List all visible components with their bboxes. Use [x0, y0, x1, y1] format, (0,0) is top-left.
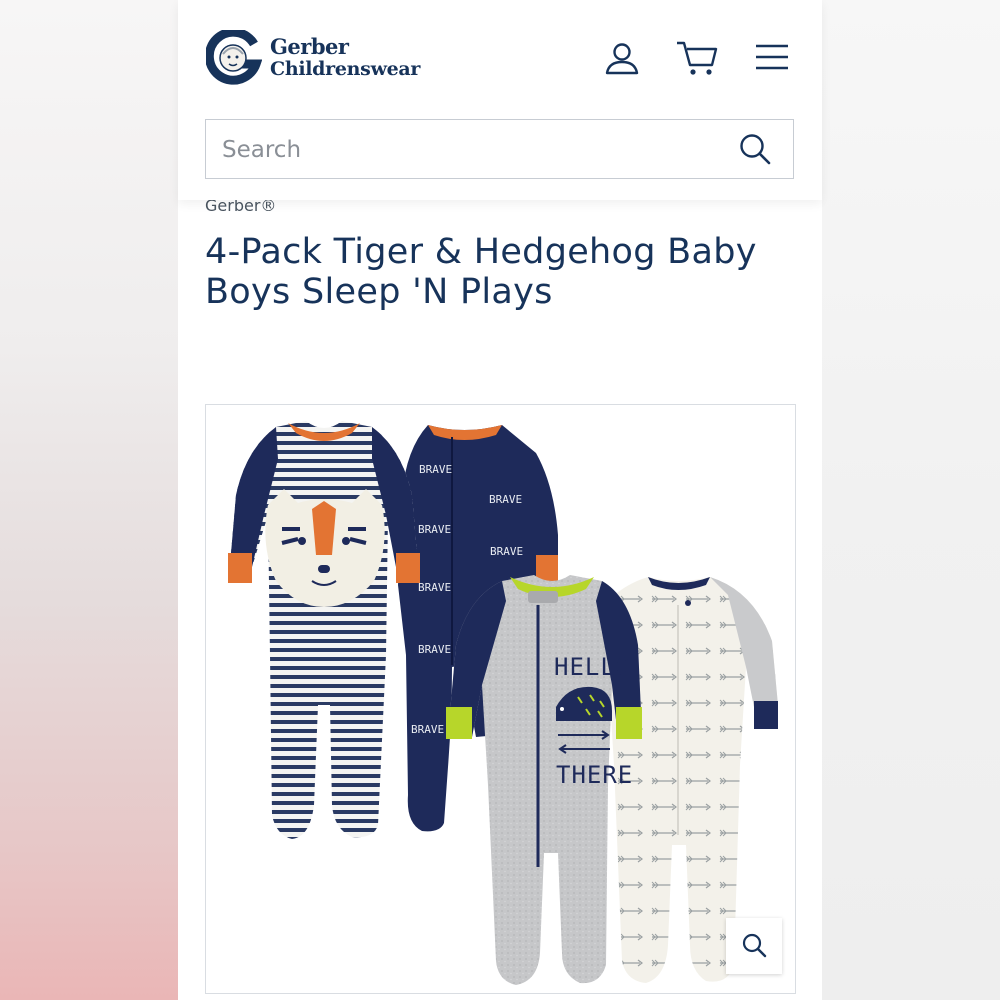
logo-text-gerber: Gerber — [270, 34, 349, 59]
hedgehog-sleeper: HELLO THERE — [446, 575, 642, 985]
cart-icon — [677, 41, 718, 75]
product-image-frame: BRAVE BRAVE BRAVE BRAVE BRAVE BRAVE BRAV… — [205, 404, 796, 994]
brave-print-6: BRAVE — [418, 643, 451, 656]
gerber-baby-logo-icon — [206, 30, 262, 85]
product-title: 4-Pack Tiger & Hedgehog Baby Boys Sleep … — [205, 232, 757, 312]
zoom-button[interactable] — [726, 918, 782, 974]
background-right — [822, 0, 1000, 1000]
mobile-page: Gerber Childrenswear Search Gerber® 4-Pa… — [178, 0, 822, 1000]
tiger-sleeper — [228, 421, 420, 839]
brave-print-1: BRAVE — [419, 463, 452, 476]
product-image[interactable]: BRAVE BRAVE BRAVE BRAVE BRAVE BRAVE BRAV… — [206, 405, 794, 993]
brave-print-5: BRAVE — [418, 581, 451, 594]
search-icon[interactable] — [738, 132, 772, 166]
there-print: THERE — [556, 761, 633, 789]
account-button[interactable] — [602, 38, 642, 78]
search-bar — [205, 119, 794, 179]
gerber-logo[interactable]: Gerber Childrenswear — [206, 30, 436, 88]
zoom-icon — [742, 933, 767, 958]
brave-print-4: BRAVE — [490, 545, 523, 558]
brave-print-7: BRAVE — [411, 723, 444, 736]
account-icon — [605, 43, 639, 75]
background-left — [0, 0, 178, 1000]
cart-button[interactable] — [674, 38, 720, 78]
menu-button[interactable] — [752, 38, 792, 78]
hello-print: HELLO — [554, 653, 631, 681]
site-header: Gerber Childrenswear — [178, 0, 822, 200]
search-input[interactable] — [220, 120, 724, 179]
hamburger-menu-icon — [756, 44, 788, 70]
logo-text-childrenswear: Childrenswear — [270, 58, 421, 80]
brave-print-3: BRAVE — [418, 523, 451, 536]
brave-print-2: BRAVE — [489, 493, 522, 506]
